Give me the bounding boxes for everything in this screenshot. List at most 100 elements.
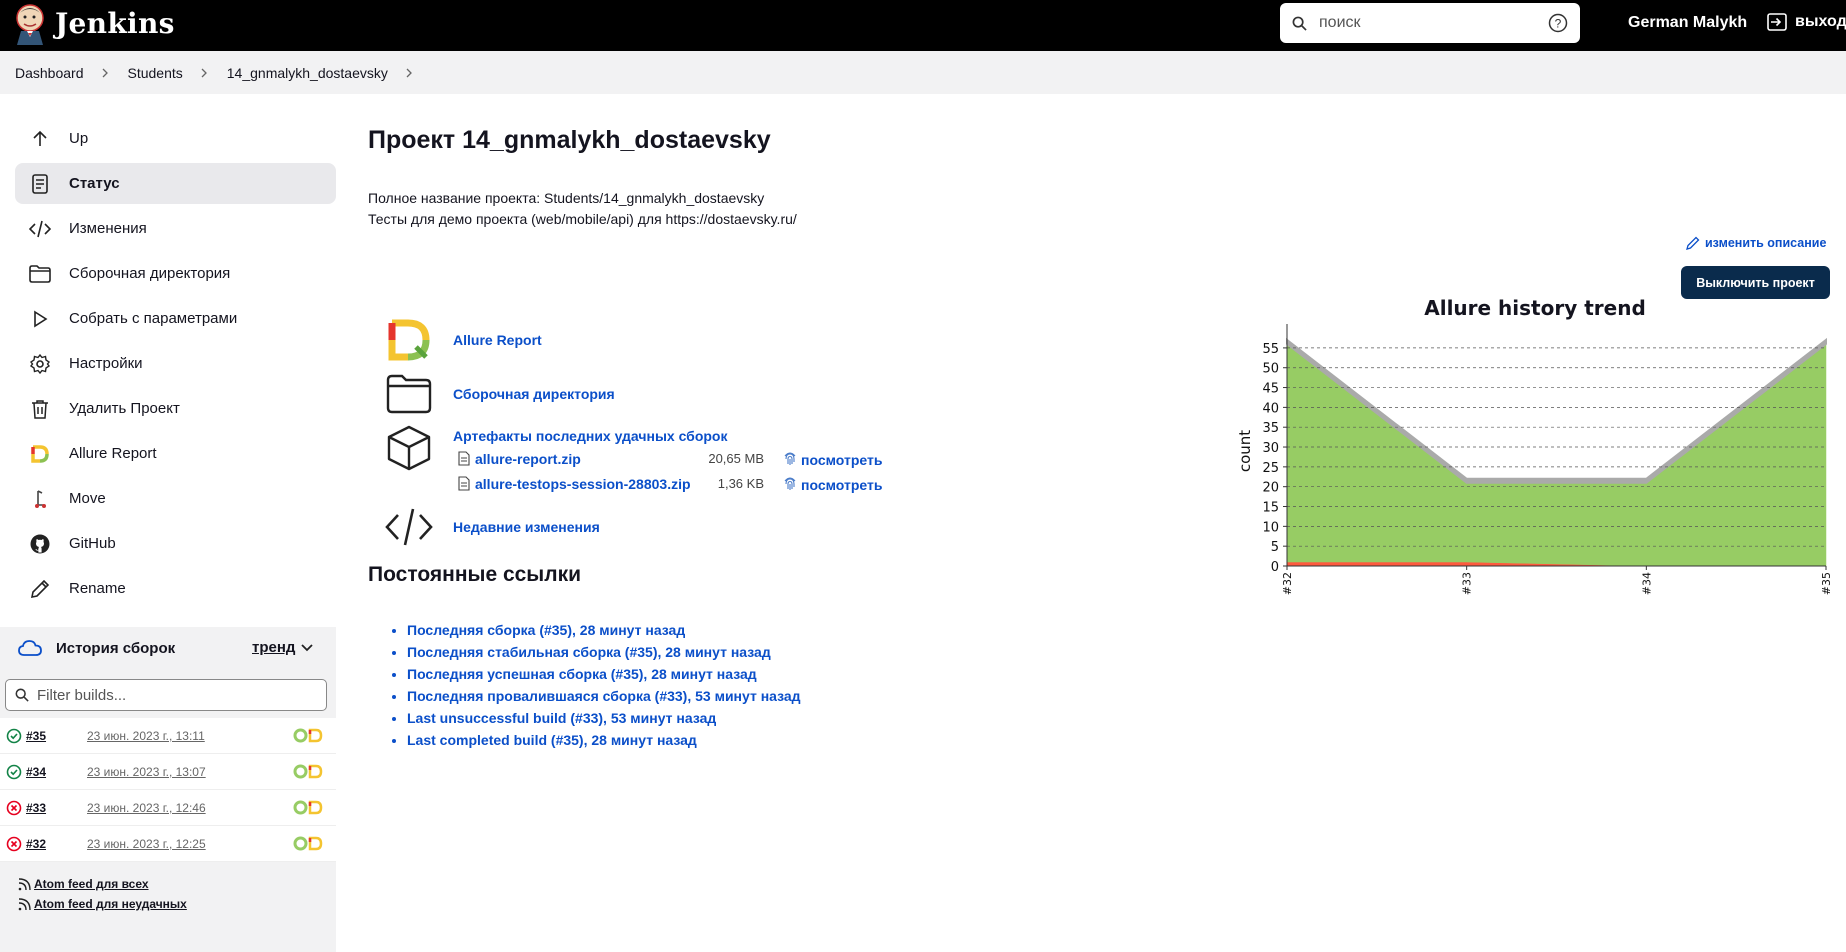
y-axis-label: count (1236, 430, 1254, 472)
logout-button[interactable]: выход (1767, 13, 1846, 31)
build-date[interactable]: 23 июн. 2023 г., 12:25 (87, 837, 206, 851)
sidebar-menu: Up Статус Изменения Сборочная директория… (15, 118, 336, 613)
sidebar-item-delete[interactable]: Удалить Проект (15, 388, 336, 429)
sidebar-item-changes[interactable]: Изменения (15, 208, 336, 249)
sidebar-item-rename[interactable]: Rename (15, 568, 336, 609)
permalink-last-unsuccessful-build[interactable]: Last unsuccessful build (#33), 53 минут … (407, 710, 716, 726)
y-tick-label: 45 (1262, 382, 1279, 397)
breadcrumb-project[interactable]: 14_gnmalykh_dostaevsky (227, 65, 388, 81)
github-icon (29, 533, 51, 555)
allure-ring-icon[interactable] (293, 728, 308, 743)
y-tick-label: 0 (1271, 560, 1279, 575)
allure-ring-icon[interactable] (293, 764, 308, 779)
permalink-last-build[interactable]: Последняя сборка (#35), 28 минут назад (407, 622, 685, 638)
breadcrumb-students[interactable]: Students (128, 65, 183, 81)
allure-icon (385, 316, 433, 364)
permalink-last-successful-build[interactable]: Последняя успешная сборка (#35), 28 мину… (407, 666, 757, 682)
edit-description-link[interactable]: изменить описание (1686, 236, 1826, 250)
package-icon (385, 424, 433, 472)
chevron-down-icon[interactable] (301, 643, 313, 653)
artifacts-link[interactable]: Артефакты последних удачных сборок (453, 428, 727, 444)
document-icon (29, 173, 51, 195)
filter-builds-box (5, 679, 327, 711)
build-number-link[interactable]: #34 (26, 765, 46, 779)
view-fingerprint-link[interactable]: посмотреть (801, 477, 882, 493)
sidebar-item-settings[interactable]: Настройки (15, 343, 336, 384)
y-tick-label: 40 (1262, 401, 1279, 416)
allure-icon[interactable] (308, 728, 323, 743)
build-row[interactable]: #32 23 июн. 2023 г., 12:25 (0, 826, 336, 862)
logout-icon (1767, 13, 1787, 31)
allure-icon[interactable] (308, 764, 323, 779)
artifact-name-link[interactable]: allure-report.zip (475, 451, 581, 467)
rss-icon (18, 877, 31, 890)
disable-project-button[interactable]: Выключить проект (1681, 266, 1830, 299)
build-number-link[interactable]: #33 (26, 801, 46, 815)
sidebar-item-workspace[interactable]: Сборочная директория (15, 253, 336, 294)
breadcrumb-dashboard[interactable]: Dashboard (15, 65, 84, 81)
trend-link[interactable]: тренд (252, 639, 295, 656)
x-tick-label: #33 (1461, 572, 1474, 595)
atom-feed-failed-link[interactable]: Atom feed для неудачных (18, 897, 187, 911)
allure-report-link[interactable]: Allure Report (453, 332, 542, 348)
sidebar-item-allure-report[interactable]: Allure Report (15, 433, 336, 474)
view-fingerprint-link[interactable]: посмотреть (801, 452, 882, 468)
build-number-link[interactable]: #35 (26, 729, 46, 743)
build-date[interactable]: 23 июн. 2023 г., 13:11 (87, 729, 205, 743)
search-input[interactable] (1319, 14, 1548, 32)
y-tick-label: 35 (1262, 421, 1279, 436)
help-icon[interactable]: ? (1548, 13, 1568, 33)
permalink-item: Последняя сборка (#35), 28 минут назад (407, 619, 801, 641)
recent-changes-link[interactable]: Недавние изменения (453, 519, 600, 535)
sidebar-item-status[interactable]: Статус (15, 163, 336, 204)
allure-icon[interactable] (308, 836, 323, 851)
y-tick-label: 20 (1262, 481, 1279, 496)
permalinks-list: Последняя сборка (#35), 28 минут назад П… (393, 619, 801, 751)
move-icon (29, 488, 51, 510)
permalink-last-completed-build[interactable]: Last completed build (#35), 28 минут наз… (407, 732, 697, 748)
sidebar-item-build-with-params[interactable]: Собрать с параметрами (15, 298, 336, 339)
code-icon (385, 503, 433, 551)
jenkins-logo[interactable]: Jenkins (13, 1, 175, 45)
fingerprint-icon[interactable] (783, 475, 797, 491)
build-date[interactable]: 23 июн. 2023 г., 13:07 (87, 765, 206, 779)
build-row[interactable]: #35 23 июн. 2023 г., 13:11 (0, 718, 336, 754)
build-row[interactable]: #33 23 июн. 2023 г., 12:46 (0, 790, 336, 826)
sidebar-item-up[interactable]: Up (15, 118, 336, 159)
cloud-icon (18, 640, 42, 656)
allure-ring-icon[interactable] (293, 800, 308, 815)
gear-icon (29, 353, 51, 375)
fingerprint-icon[interactable] (783, 450, 797, 466)
build-number-link[interactable]: #32 (26, 837, 46, 851)
recent-changes-row: Недавние изменения (385, 503, 600, 551)
user-name-link[interactable]: German Malykh (1628, 14, 1747, 32)
allure-icon[interactable] (308, 800, 323, 815)
sidebar-item-label: Allure Report (69, 445, 157, 462)
failed-status-icon (6, 836, 22, 852)
allure-trend-chart[interactable]: Allure history trend 0 5 10 15 20 25 30 35 40 45 5… (1230, 296, 1846, 606)
workspace-link[interactable]: Сборочная директория (453, 386, 615, 402)
atom-feeds: Atom feed для всех Atom feed для неудачн… (18, 877, 187, 917)
permalink-last-stable-build[interactable]: Последняя стабильная сборка (#35), 28 ми… (407, 644, 771, 660)
filter-builds-input[interactable] (37, 686, 307, 704)
sidebar-item-label: Статус (69, 175, 120, 192)
sidebar-item-move[interactable]: Move (15, 478, 336, 519)
project-full-name: Полное название проекта: Students/14_gnm… (368, 190, 765, 206)
build-row[interactable]: #34 23 июн. 2023 г., 13:07 (0, 754, 336, 790)
file-icon (458, 451, 470, 466)
artifact-name-link[interactable]: allure-testops-session-28803.zip (475, 476, 691, 492)
y-tick-label: 5 (1271, 540, 1279, 555)
sidebar-item-label: Удалить Проект (69, 400, 180, 417)
permalink-item: Last unsuccessful build (#33), 53 минут … (407, 707, 801, 729)
atom-feed-all-link[interactable]: Atom feed для всех (18, 877, 187, 891)
permalink-last-failed-build[interactable]: Последняя провалившаяся сборка (#33), 53… (407, 688, 801, 704)
project-description-text: Тесты для демо проекта (web/mobile/api) … (368, 211, 797, 227)
sidebar-item-github[interactable]: GitHub (15, 523, 336, 564)
allure-ring-icon[interactable] (293, 836, 308, 851)
project-description: Полное название проекта: Students/14_gnm… (368, 188, 797, 230)
build-date[interactable]: 23 июн. 2023 г., 12:46 (87, 801, 206, 815)
chevron-right-icon[interactable] (403, 67, 415, 79)
search-box: ? (1280, 3, 1580, 43)
build-badges (293, 800, 323, 815)
top-header: Jenkins ? German Malykh выход (0, 0, 1846, 51)
